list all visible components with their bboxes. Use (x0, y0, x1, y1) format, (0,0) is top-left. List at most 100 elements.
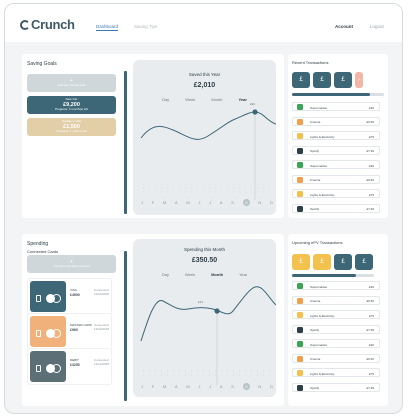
transaction-row[interactable]: Supermarket £30 (292, 281, 380, 290)
transaction-label: Lights & Electricity (310, 134, 335, 139)
logo-c-icon (20, 20, 30, 30)
music-icon (297, 205, 303, 212)
month-tick[interactable]: F (152, 384, 154, 390)
transaction-row[interactable]: Supermarket £30 (292, 339, 380, 348)
marker-dot (214, 308, 220, 314)
month-tick[interactable]: J (141, 384, 143, 390)
pound-icon[interactable]: £ (334, 72, 352, 88)
connected-card[interactable]: MASTER CARD £960 Connected 12/12/2018 (27, 313, 112, 350)
transaction-row[interactable]: Lights & Electricity £75 (292, 189, 380, 198)
next-arrow-icon[interactable]: › (355, 72, 363, 88)
pound-icon[interactable]: £ (292, 254, 310, 270)
transaction-label: Lights & Electricity (310, 192, 335, 197)
month-tick[interactable]: M (186, 200, 189, 206)
account-pills: £ £ £ › (292, 72, 363, 88)
shopping-icon (297, 162, 303, 168)
transaction-row[interactable]: Cinema £9.50 (292, 353, 380, 363)
month-tick[interactable]: D (270, 200, 273, 206)
transaction-amount: £30 (368, 284, 374, 289)
card-chip-icon (36, 295, 41, 302)
upcoming-title: Upcoming ePV Transactions (292, 240, 343, 245)
transaction-label: Supermarket (310, 163, 328, 168)
month-tick[interactable]: M (186, 384, 189, 390)
month-tick[interactable]: J (209, 200, 211, 206)
recent-title: Recent Transactions (292, 60, 329, 65)
saving-goals-panel: Saving Goals + Add new saving goal New C… (22, 54, 284, 218)
transaction-amount: £9.50 (366, 178, 374, 182)
spending-line (140, 286, 276, 385)
transaction-row[interactable]: Cinema £9.50 (292, 116, 380, 126)
month-tick[interactable]: F (152, 200, 154, 206)
transaction-row[interactable]: Spotify £7.99 (292, 145, 380, 155)
month-tick[interactable]: J (198, 384, 200, 390)
transaction-row[interactable]: Supermarket £30 (292, 160, 380, 169)
card-face (30, 281, 66, 312)
nav-saving-tips[interactable]: Saving Tips (134, 24, 157, 29)
pound-icon[interactable]: £ (355, 254, 373, 270)
transaction-row[interactable]: Lights & Electricity £75 (292, 131, 380, 140)
transaction-row[interactable]: Lights & Electricity £75 (292, 310, 380, 319)
transaction-row[interactable]: Spotify £7.99 (292, 382, 380, 392)
month-tick[interactable]: N (258, 200, 261, 206)
transaction-amount: £9.50 (366, 299, 374, 303)
transaction-row[interactable]: Lights & Electricity £75 (292, 368, 380, 377)
connected-card[interactable]: DEBIT £3250 Connected 12/12/2018 (27, 348, 112, 385)
month-tick[interactable]: S (231, 200, 234, 206)
transaction-row[interactable]: Cinema £9.50 (292, 295, 380, 305)
month-tick[interactable]: O (242, 382, 250, 390)
month-tick[interactable]: J (141, 200, 143, 206)
month-tick[interactable]: M (163, 384, 166, 390)
month-axis: JFMAMJJASOND (141, 198, 273, 206)
cards-slider[interactable] (292, 274, 374, 277)
scroll-track[interactable] (124, 251, 127, 401)
pound-icon[interactable]: £ (334, 254, 352, 270)
transaction-label: Cinema (310, 178, 321, 182)
marker-label: £90 (250, 102, 256, 106)
music-icon (297, 326, 303, 333)
month-tick[interactable]: J (198, 200, 200, 206)
marker-label: £24 (198, 300, 204, 304)
header: Crunch Dashboard Saving Tips Account Log… (5, 4, 402, 42)
card-info: VISA £4900 (70, 288, 80, 297)
transaction-label: Cinema (310, 299, 321, 303)
transaction-amount: £75 (368, 192, 374, 197)
transaction-row[interactable]: Cinema £9.50 (292, 174, 380, 184)
transaction-row[interactable]: Spotify £7.99 (292, 324, 380, 334)
account-link[interactable]: Account (335, 24, 353, 29)
transaction-row[interactable]: Spotify £7.99 (292, 203, 380, 213)
month-tick[interactable]: A (175, 384, 178, 390)
transaction-amount: £75 (368, 371, 374, 376)
scroll-track[interactable] (124, 71, 127, 214)
cards-slider[interactable] (292, 93, 384, 96)
month-tick[interactable]: D (270, 384, 273, 390)
crunch-logo[interactable]: Crunch (20, 17, 75, 32)
marker-dot (252, 109, 258, 115)
connected-card[interactable]: VISA £4900 Connected 12/12/2018 (27, 278, 112, 315)
add-saving-goal-card[interactable]: + Add new saving goal (27, 74, 116, 92)
connect-bank-card[interactable]: + Connect new bank account (27, 255, 116, 273)
month-tick[interactable]: A (220, 384, 223, 390)
transaction-amount: £30 (368, 105, 374, 110)
month-tick[interactable]: M (163, 200, 166, 206)
transaction-row[interactable]: Supermarket £30 (292, 102, 380, 111)
pound-icon[interactable]: £ (292, 72, 310, 88)
logout-link[interactable]: Logout (370, 24, 384, 29)
shopping-icon (297, 341, 303, 347)
card-date: 12/12/2018 (94, 361, 110, 366)
pound-icon[interactable]: £ (313, 254, 331, 270)
card-info: MASTER CARD £960 (70, 323, 92, 332)
month-tick[interactable]: J (209, 384, 211, 390)
month-tick[interactable]: A (175, 200, 178, 206)
month-tick[interactable]: S (231, 384, 234, 390)
cinema-icon (297, 176, 303, 183)
lightbulb-icon (297, 370, 303, 376)
month-tick[interactable]: N (258, 384, 261, 390)
goal-card-new-car[interactable]: New Car £9,200 Progress: 3 month(s) left (27, 96, 116, 114)
nav-dashboard[interactable]: Dashboard (96, 24, 119, 31)
month-tick[interactable]: O (242, 198, 250, 206)
recent-transactions-panel: Recent Transactions £ £ £ › Supermarket £… (288, 54, 388, 218)
month-tick[interactable]: A (220, 200, 223, 206)
lightbulb-icon (297, 312, 303, 318)
goal-card-holiday[interactable]: Holiday in Italy £1,500 Progress: 1 year… (27, 118, 116, 136)
pound-icon[interactable]: £ (313, 72, 331, 88)
